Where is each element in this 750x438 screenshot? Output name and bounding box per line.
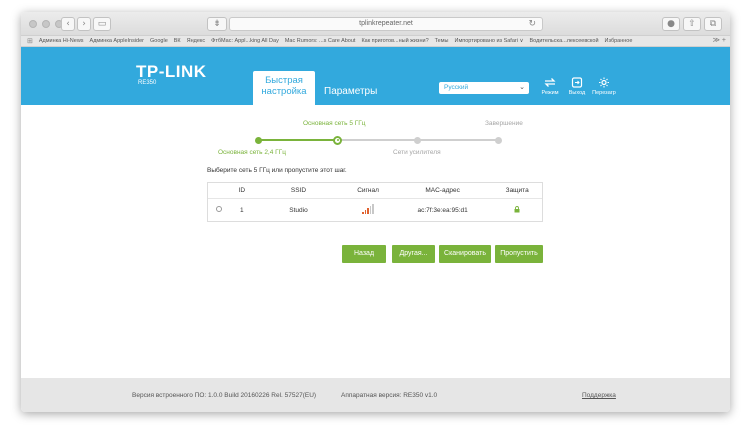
logout-label: Выход (568, 90, 586, 96)
quick-setup-content: Основная сеть 5 ГГц Завершение Основная … (21, 105, 730, 388)
signal-strength-icon (362, 204, 374, 214)
mode-label: Режим (541, 90, 559, 96)
tab-quick-setup-line2: настройка (261, 86, 307, 97)
bookmark-item[interactable]: Админка AppleInsider (90, 38, 144, 44)
minimize-window-button[interactable] (42, 20, 50, 28)
bookmark-item[interactable]: Импортировано из Safari ∨ (454, 38, 523, 44)
bookmarks-more-button[interactable]: ≫ + (709, 36, 726, 44)
browser-toolbar: ‹ › ▭ ⇟ tplinkrepeater.net ↻ ● ⇧ ⧉ (21, 12, 730, 36)
extension-icon[interactable]: ⇟ (207, 17, 227, 31)
reboot-button[interactable]: Перезагр (591, 77, 617, 96)
back-arrow-icon[interactable]: ‹ (61, 17, 75, 31)
bookmarks-bar: ⊞ Админка Hi-News Админка AppleInsider G… (21, 36, 730, 47)
network-id: 1 (239, 206, 244, 214)
step-label-finish: Завершение (485, 120, 523, 127)
browser-window: ‹ › ▭ ⇟ tplinkrepeater.net ↻ ● ⇧ ⧉ ⊞ Адм… (21, 12, 730, 412)
column-header: Защита (505, 187, 529, 194)
logout-button[interactable]: Выход (564, 77, 590, 96)
column-header: ID (238, 187, 246, 194)
step-label-5ghz: Основная сеть 5 ГГц (303, 120, 366, 127)
sidebar-toggle-icon[interactable]: ▭ (93, 17, 111, 31)
tab-quick-setup-line1: Быстрая (265, 75, 303, 86)
share-icon[interactable]: ⇧ (683, 17, 701, 31)
close-window-button[interactable] (29, 20, 37, 28)
column-header: Сигнал (357, 187, 379, 194)
signal-bar (372, 204, 374, 214)
table-header-row: ID SSID Сигнал MAC-адрес Защита (208, 183, 542, 199)
other-network-button[interactable]: Другая... (392, 245, 435, 263)
bookmark-item[interactable]: Водительска...лексеевской (530, 38, 599, 44)
bookmark-item[interactable]: Google (150, 38, 168, 44)
instruction-text: Выберите сеть 5 ГГц или пропустите этот … (207, 167, 347, 174)
network-ssid: Studio (289, 206, 308, 214)
bookmarks-icon[interactable]: ⊞ (27, 37, 33, 45)
tab-quick-setup[interactable]: Быстрая настройка (253, 71, 315, 105)
network-mac: ac:7f:3e:ea:95:d1 (417, 206, 468, 214)
table-row[interactable]: 1 Studio ac:7f:3e:ea:95:d1 (208, 199, 542, 221)
reboot-gear-icon (599, 77, 609, 88)
page-footer: Версия встроенного ПО: 1.0.0 Build 20160… (21, 378, 730, 412)
bookmark-item[interactable]: Избранное (605, 38, 633, 44)
column-header: MAC-адрес (425, 187, 460, 194)
lock-icon (514, 205, 520, 212)
step-dot-pending (414, 136, 421, 144)
support-link[interactable]: Поддержка (582, 392, 616, 399)
firmware-version: Версия встроенного ПО: 1.0.0 Build 20160… (132, 392, 317, 399)
language-select[interactable]: Русский ⌄ (439, 82, 529, 94)
logout-icon (571, 77, 583, 88)
history-nav: ‹ › (61, 17, 91, 31)
tab-settings[interactable]: Параметры (324, 86, 377, 97)
router-header: TP-LINK RE350 Быстрая настройка Параметр… (21, 47, 730, 105)
step-dot-pending (495, 136, 502, 144)
downloads-icon[interactable]: ● (662, 17, 680, 31)
reboot-label: Перезагр (592, 90, 616, 96)
step-label-extender: Сети усилителя (393, 149, 441, 156)
signal-bar (369, 206, 372, 214)
mode-button[interactable]: Режим (537, 77, 563, 96)
language-value: Русский (444, 84, 469, 91)
tplink-logo: TP-LINK (136, 62, 207, 81)
bookmark-item[interactable]: Яндекс (187, 38, 206, 44)
chevron-down-icon: ⌄ (519, 84, 525, 91)
back-button[interactable]: Назад (342, 245, 386, 263)
forward-arrow-icon[interactable]: › (77, 17, 91, 31)
address-text: tplinkrepeater.net (359, 20, 413, 27)
network-radio[interactable] (215, 206, 222, 212)
network-table: ID SSID Сигнал MAC-адрес Защита 1 Studio… (207, 182, 543, 222)
bookmark-item[interactable]: Темы (435, 38, 449, 44)
bookmark-item[interactable]: ВК (174, 38, 181, 44)
window-controls (29, 20, 63, 28)
signal-bar (362, 212, 364, 214)
model-name: RE350 (138, 80, 157, 86)
bookmark-item[interactable]: Mac Rumors: ...s Care About (285, 38, 356, 44)
step-dot-done (255, 136, 262, 144)
tabs-overview-icon[interactable]: ⧉ (704, 17, 722, 31)
column-header: SSID (290, 187, 307, 194)
signal-bar (367, 208, 369, 214)
bookmark-item[interactable]: Админка Hi-News (39, 38, 84, 44)
mode-switch-icon (544, 78, 556, 87)
scan-button[interactable]: Сканировать (439, 245, 491, 263)
step-dot-current (333, 135, 342, 145)
bookmark-item[interactable]: Как приготов...ный жизни? (361, 38, 428, 44)
address-bar[interactable]: tplinkrepeater.net ↻ (229, 17, 543, 31)
bookmark-item[interactable]: ФтбМас: Аррl...king All Day (211, 38, 279, 44)
hardware-version: Аппаратная версия: RE350 v1.0 (341, 392, 438, 399)
browser-right-buttons: ● ⇧ ⧉ (662, 17, 722, 31)
signal-bar (364, 210, 367, 214)
reload-icon[interactable]: ↻ (528, 18, 536, 30)
skip-button[interactable]: Пропустить (495, 245, 543, 263)
step-label-2-4ghz: Основная сеть 2,4 ГГц (218, 149, 286, 156)
progress-line-done (259, 139, 339, 141)
